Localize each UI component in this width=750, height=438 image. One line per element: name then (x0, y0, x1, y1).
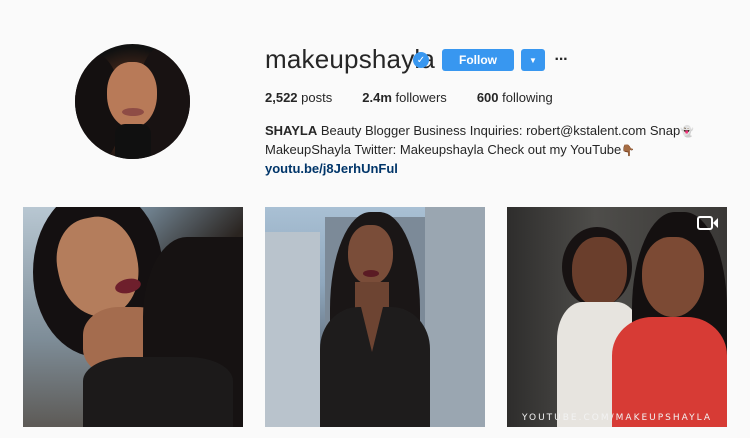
post-building (265, 232, 320, 427)
bio-text-1: Beauty Blogger Business Inquiries: rober… (317, 123, 681, 138)
post-thumbnail[interactable]: YOUTUBE.COM/MAKEUPSHAYLA (507, 207, 727, 427)
avatar-face (107, 62, 157, 128)
pointing-down-emoji-icon: 👇🏾 (621, 145, 635, 157)
post-lips (363, 270, 379, 277)
bio-full-name: SHAYLA (265, 123, 318, 138)
video-camera-svg (697, 216, 718, 230)
post-face-right (642, 237, 704, 317)
profile-avatar[interactable] (75, 44, 190, 159)
chevron-down-icon[interactable]: ▼ (521, 49, 545, 71)
posts-count: 2,522 (265, 90, 298, 105)
profile-username: makeupshayla (265, 44, 436, 74)
verified-badge-icon: ✓ (413, 52, 429, 68)
posts-grid: YOUTUBE.COM/MAKEUPSHAYLA (23, 207, 727, 427)
post-building (425, 207, 485, 427)
video-camera-icon (697, 215, 719, 231)
post-thumbnail[interactable] (265, 207, 485, 427)
followers-stat[interactable]: 2.4m followers (362, 90, 447, 105)
avatar-neck (115, 124, 151, 159)
post-top (83, 357, 233, 427)
more-options-icon[interactable]: ··· (553, 49, 569, 71)
avatar-lips (122, 108, 144, 116)
bio-line-1: SHAYLA Beauty Blogger Business Inquiries… (265, 122, 705, 141)
ghost-emoji-icon: 👻 (680, 126, 694, 138)
profile-bio: SHAYLA Beauty Blogger Business Inquiries… (265, 122, 705, 178)
following-count: 600 (476, 90, 499, 105)
post-face-left (572, 237, 627, 307)
profile-stats: 2,522 posts 2.4m followers 600 following (265, 90, 583, 105)
posts-label: posts (301, 90, 333, 105)
bio-link[interactable]: youtu.be/j8JerhUnFul (265, 160, 705, 178)
post-thumbnail[interactable] (23, 207, 243, 427)
bio-line-2: MakeupShayla Twitter: Makeupshayla Check… (265, 141, 705, 160)
post-watermark: YOUTUBE.COM/MAKEUPSHAYLA (522, 413, 712, 423)
follow-button[interactable]: Follow (442, 49, 514, 71)
followers-count: 2.4m (362, 90, 392, 105)
following-stat[interactable]: 600 following (477, 90, 553, 105)
posts-stat: 2,522 posts (265, 90, 332, 105)
following-label: following (502, 90, 553, 105)
post-hoodie (612, 317, 727, 427)
bio-text-2: MakeupShayla Twitter: Makeupshayla Check… (265, 142, 622, 157)
followers-label: followers (395, 90, 447, 105)
